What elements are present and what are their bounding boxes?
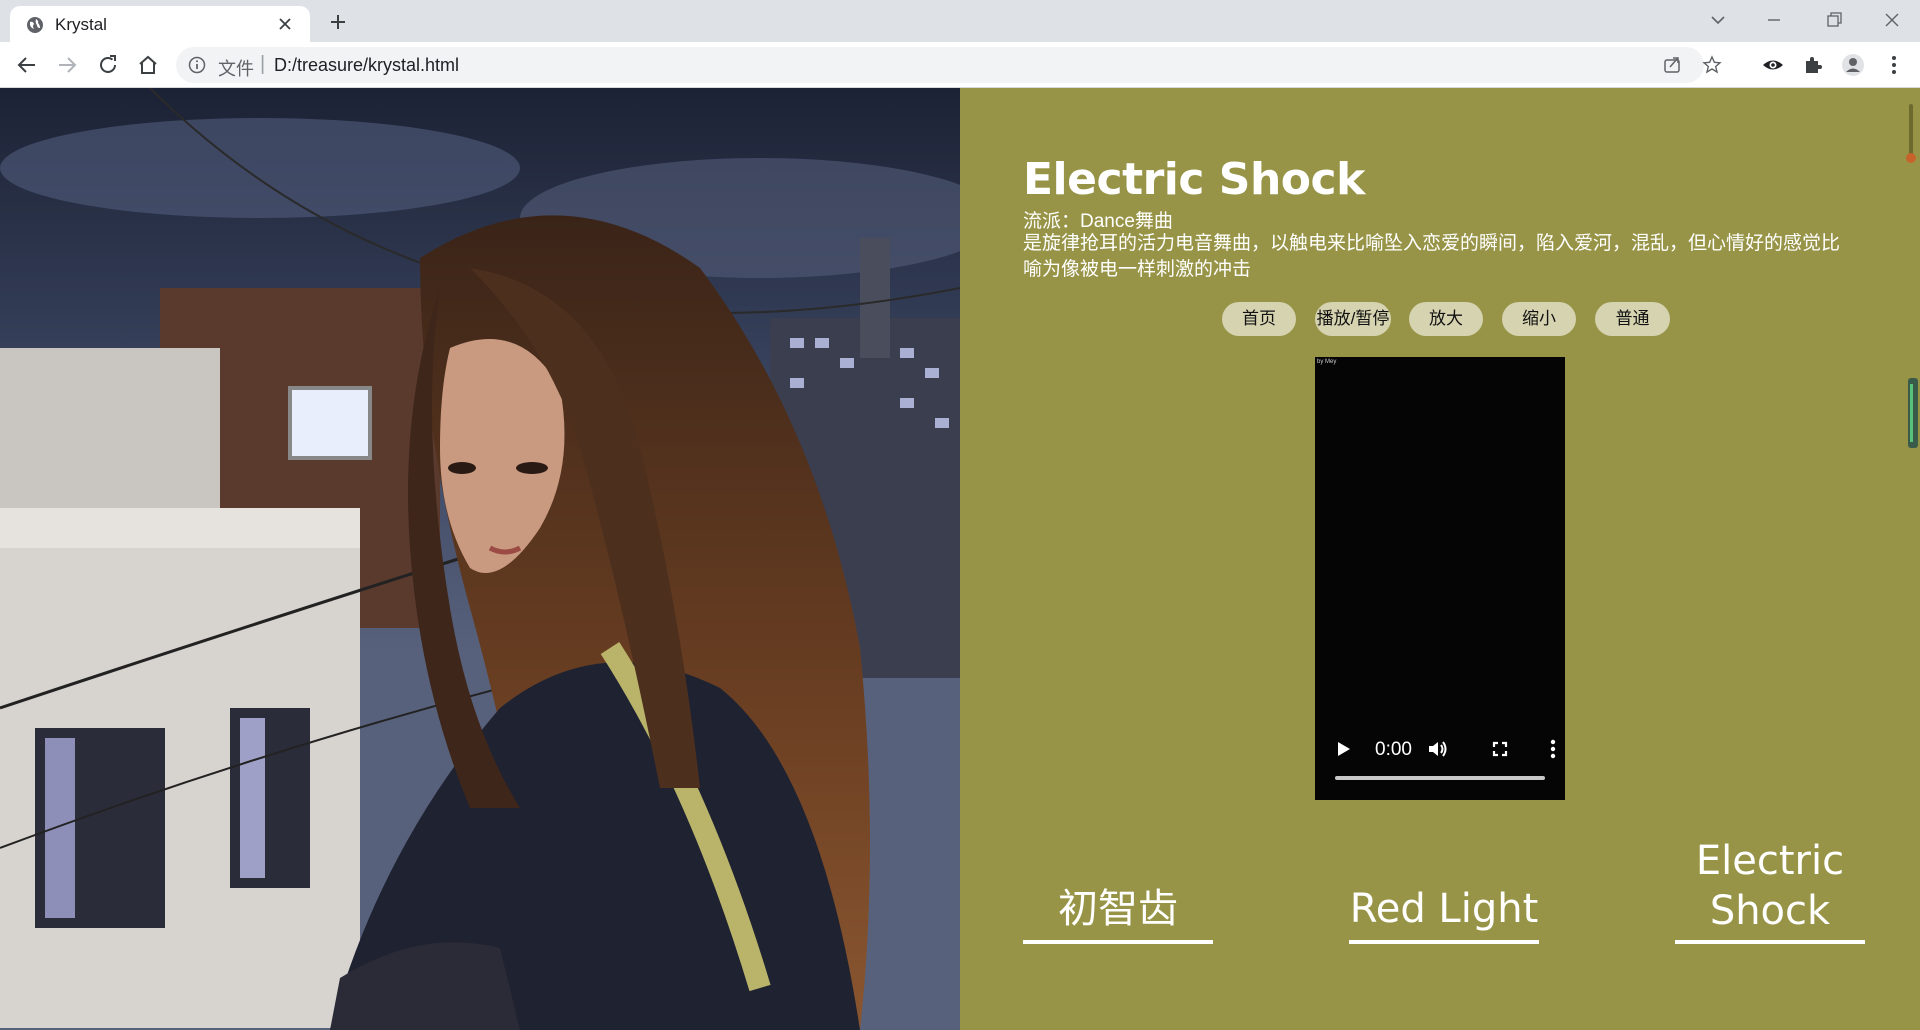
globe-icon: [27, 17, 43, 33]
address-protocol-label: 文件: [218, 59, 254, 79]
genre-line: 流派：Dance舞曲: [1023, 211, 1173, 232]
nav-link-underline: [1349, 940, 1539, 944]
home-button[interactable]: 首页: [1222, 302, 1296, 336]
restore-icon[interactable]: [1824, 10, 1844, 30]
profile-avatar-icon[interactable]: [1841, 53, 1865, 77]
fullscreen-icon[interactable]: [1488, 737, 1512, 761]
video-options-icon[interactable]: [1541, 737, 1565, 761]
share-icon[interactable]: [1662, 55, 1682, 75]
zoom-out-button[interactable]: 缩小: [1502, 302, 1576, 336]
video-progress-bar[interactable]: [1335, 776, 1545, 780]
minimize-icon[interactable]: [1764, 10, 1784, 30]
nav-link-label: Red Light: [1349, 886, 1539, 932]
play-pause-button[interactable]: 播放/暂停: [1315, 302, 1391, 336]
address-bar[interactable]: 文件 | D:/treasure/krystal.html: [176, 47, 1722, 83]
close-window-icon[interactable]: [1882, 10, 1902, 30]
krystal-photo: [0, 88, 960, 1030]
volume-icon[interactable]: [1426, 737, 1450, 761]
browser-tab-bar: Krystal: [0, 0, 1920, 42]
video-watermark: by Mey: [1317, 359, 1337, 365]
video-player[interactable]: by Mey 0:00: [1315, 357, 1565, 800]
new-tab-icon[interactable]: [328, 12, 348, 32]
nav-link-red-light[interactable]: Red Light: [1349, 864, 1539, 944]
nav-link-label: Electric Shock: [1695, 838, 1845, 934]
nav-link-electric-shock[interactable]: Electric Shock: [1675, 814, 1865, 944]
info-icon[interactable]: [188, 56, 206, 74]
reload-icon[interactable]: [96, 53, 120, 77]
nav-link-label: 初智齿: [1058, 886, 1178, 932]
zoom-in-button[interactable]: 放大: [1409, 302, 1483, 336]
tab-search-chevron-icon[interactable]: [1708, 10, 1728, 30]
nav-link-underline: [1675, 940, 1865, 944]
tab-title: Krystal: [55, 15, 107, 34]
address-url[interactable]: D:/treasure/krystal.html: [274, 55, 459, 76]
page-scrollbar[interactable]: [1904, 88, 1920, 1030]
normal-size-button[interactable]: 普通: [1595, 302, 1670, 336]
close-tab-icon[interactable]: [278, 17, 292, 31]
nav-link-underline: [1023, 940, 1213, 944]
back-icon[interactable]: [15, 53, 39, 77]
address-separator: |: [260, 53, 266, 75]
browser-toolbar: 文件 | D:/treasure/krystal.html: [0, 42, 1920, 88]
home-icon[interactable]: [136, 53, 160, 77]
song-description: 是旋律抢耳的活力电音舞曲，以触电来比喻坠入恋爱的瞬间，陷入爱河，混乱，但心情好的…: [1023, 233, 1841, 280]
song-detail-panel: Electric Shock 流派：Dance舞曲 是旋律抢耳的活力电音舞曲，以…: [960, 88, 1904, 1030]
video-time: 0:00: [1375, 739, 1412, 760]
menu-kebab-icon[interactable]: [1882, 53, 1906, 77]
extensions-puzzle-icon[interactable]: [1801, 53, 1825, 77]
page-viewport: Electric Shock 流派：Dance舞曲 是旋律抢耳的活力电音舞曲，以…: [0, 88, 1920, 1030]
nav-link-first-wisdom-tooth[interactable]: 初智齿: [1023, 864, 1213, 944]
song-title: Electric Shock: [1023, 154, 1365, 205]
browser-tab-krystal[interactable]: Krystal: [10, 6, 310, 42]
eye-extension-icon[interactable]: [1761, 53, 1785, 77]
bookmark-star-icon[interactable]: [1702, 55, 1722, 75]
forward-icon[interactable]: [55, 53, 79, 77]
play-icon[interactable]: [1331, 737, 1355, 761]
